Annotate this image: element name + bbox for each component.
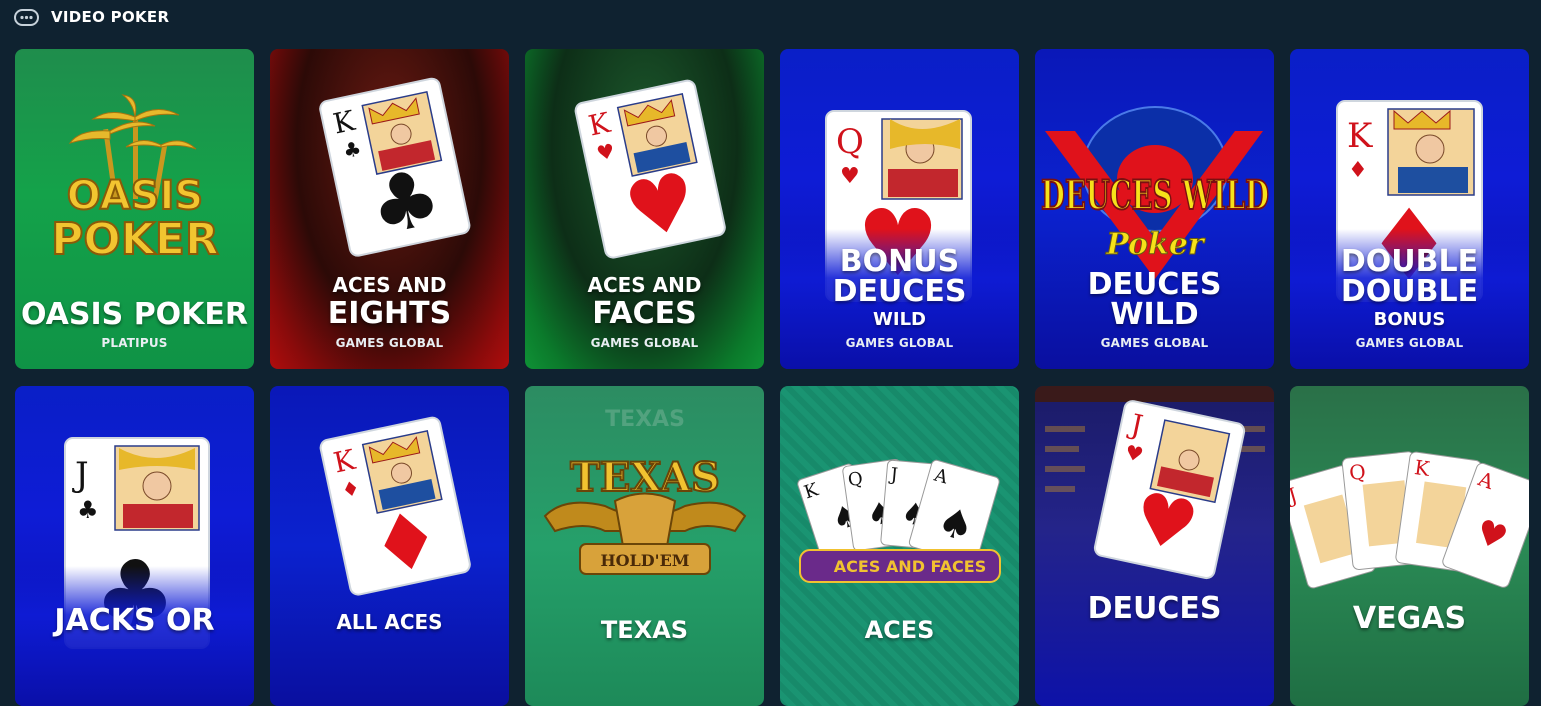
game-title-line2: WILD [1110,297,1199,332]
card-q: Q [1348,459,1367,485]
game-title-line2: DEUCES [832,274,967,309]
game-tile-vegas[interactable]: J Q K A ♥ VEGAS [1290,386,1529,706]
game-tile-oasis-poker[interactable]: OASIS POKER OASIS POKER PLATIPUS [15,49,254,369]
game-title-line2: FACES [592,296,697,331]
game-title: OASIS POKER [20,297,249,332]
game-provider: GAMES GLOBAL [1100,336,1209,350]
game-title-line1: BONUS [839,244,960,279]
game-title-line1: ACES AND [587,273,702,297]
game-title: TEXAS [600,616,689,644]
card-rank: Q [836,122,864,162]
card-artwork: J ♥ ♥ [1035,386,1274,580]
game-title-line3: WILD [873,309,926,330]
game-tile-deuces[interactable]: J ♥ ♥ DEUCES [1035,386,1274,706]
game-provider: GAMES GLOBAL [335,336,444,350]
logo-text: TEXAS [570,454,720,501]
game-title: VEGAS [1352,601,1467,636]
game-tile-jacks-or[interactable]: J ♣ ♣ JACKS OR [15,386,254,706]
game-tile-texas[interactable]: TEXAS TEXAS HOLD'EM TEXAS [525,386,764,706]
card-suit: ♣ [77,496,99,524]
gamepad-icon [14,8,39,26]
vegas-cards-artwork: J Q K A♥ [1290,451,1529,589]
game-tile-all-aces[interactable]: K ♦ ♦ ALL ACES [270,386,509,706]
logo-sub: Poker [1105,227,1206,262]
game-title-line1: DEUCES [1087,267,1222,302]
logo-text: DEUCES WILD [1041,172,1269,219]
game-title: DEUCES [1087,591,1222,626]
card-suit: ♦ [1348,158,1368,183]
game-title: ACES [864,616,935,644]
game-title: JACKS OR [54,603,215,638]
game-provider: GAMES GLOBAL [845,336,954,350]
game-title-line2: EIGHTS [327,296,452,331]
game-provider: GAMES GLOBAL [1355,336,1464,350]
game-title-line1: DOUBLE [1340,244,1479,279]
game-tile-aces-and-faces[interactable]: K ♥ ♥ ACES AND FACES GAMES GLOBAL [525,49,764,369]
game-tile-aces[interactable]: K ♠ Q ♠ J ♠ A ♠ ACES AND FACES ACES [780,386,1019,706]
card-artwork: J ♣ ♣ [15,437,254,706]
game-provider: GAMES GLOBAL [590,336,699,350]
game-grid: OASIS POKER OASIS POKER PLATIPUS K ♣ ♣ A… [15,49,1529,706]
game-title-line1: ACES AND [332,273,447,297]
card-suit: ♥ [840,164,860,189]
game-provider: PLATIPUS [101,336,168,350]
card-rank: K [1347,116,1373,156]
logo-text: ACES AND FACES [834,557,986,576]
card-rank: J [72,455,89,495]
section-header: VIDEO POKER [14,6,169,28]
svg-text:POKER: POKER [51,214,219,265]
aces-and-faces-artwork: K♠ Q♠ J♠ A♠ ACES AND FACES [797,458,1001,583]
game-title: ALL ACES [336,610,443,634]
section-title: VIDEO POKER [51,8,170,26]
logo-sub: HOLD'EM [601,551,690,570]
game-tile-deuces-wild[interactable]: DEUCES WILD Poker DEUCES WILD GAMES GLOB… [1035,49,1274,369]
game-tile-bonus-deuces-wild[interactable]: Q ♥ ♥ BONUS DEUCES WILD GAMES GLOBAL [780,49,1019,369]
game-title-line3: BONUS [1373,309,1446,330]
game-title-line2: DOUBLE [1340,274,1479,309]
card-q: Q [847,468,865,491]
svg-text:TEXAS: TEXAS [605,407,685,432]
card-artwork: K ♦ ♦ [319,416,471,596]
texas-holdem-artwork: TEXAS TEXAS HOLD'EM [543,407,747,575]
svg-text:OASIS: OASIS [67,173,203,219]
game-tile-aces-and-eights[interactable]: K ♣ ♣ ACES AND EIGHTS GAMES GLOBAL [270,49,509,369]
game-tile-double-double-bonus[interactable]: K ♦ ♦ DOUBLE DOUBLE BONUS GAMES GLOBAL [1290,49,1529,369]
